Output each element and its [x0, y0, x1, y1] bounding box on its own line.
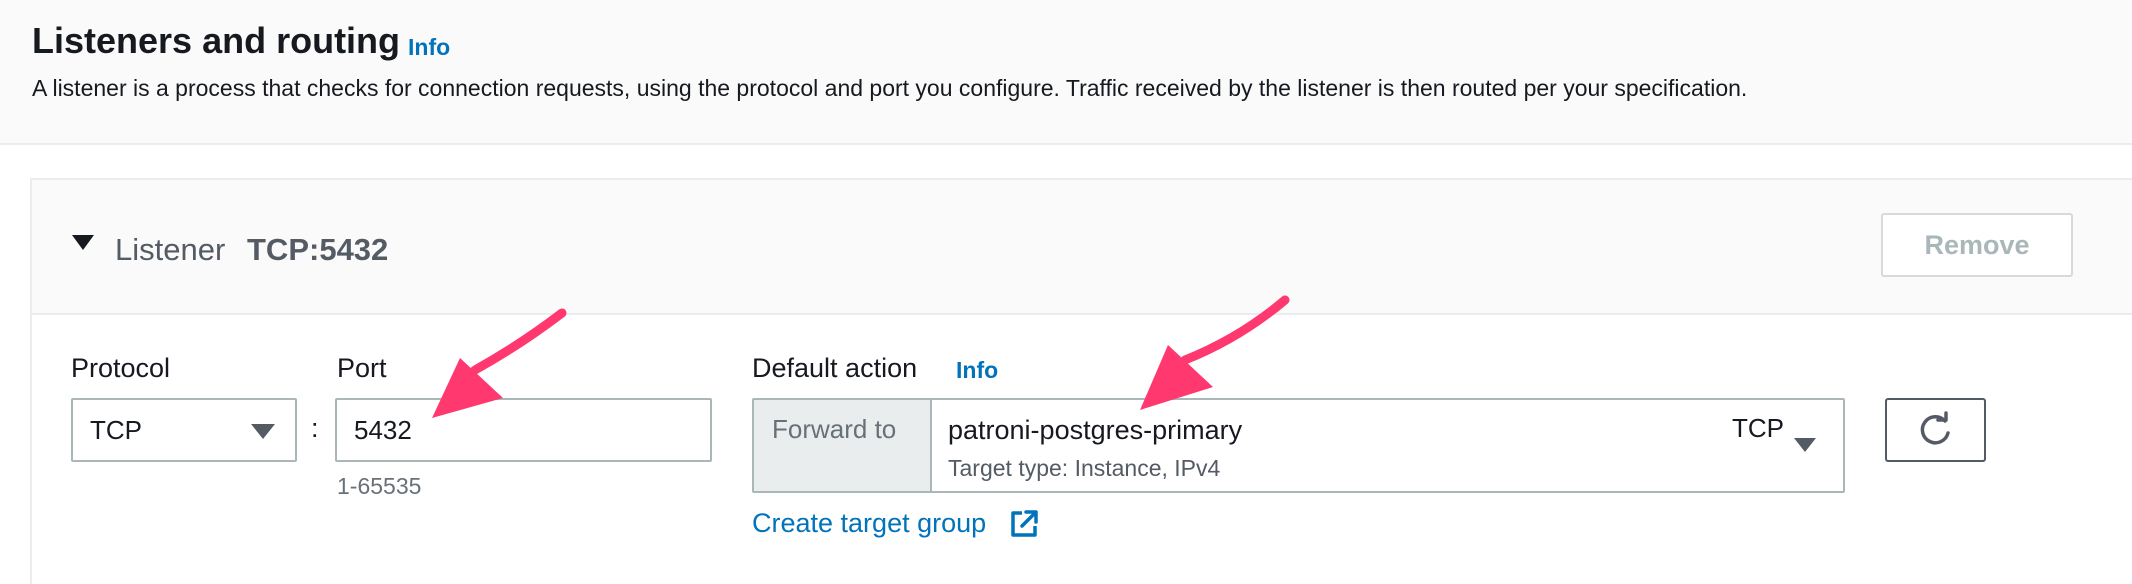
- listener-card-header: Listener TCP:5432 Remove: [32, 180, 2132, 315]
- section-title: Listeners and routing: [32, 20, 401, 61]
- refresh-button[interactable]: [1885, 398, 1986, 462]
- port-value: 5432: [354, 415, 412, 445]
- chevron-down-icon: [1794, 438, 1816, 452]
- target-type-text: Target type: Instance, IPv4: [948, 455, 1221, 481]
- header-info-link[interactable]: Info: [408, 34, 450, 61]
- chevron-down-icon: [251, 424, 275, 439]
- remove-button[interactable]: Remove: [1881, 213, 2073, 277]
- protocol-label: Protocol: [71, 353, 171, 383]
- listener-name: TCP:5432: [247, 232, 389, 267]
- listeners-routing-page: Listeners and routing Info A listener is…: [0, 0, 2132, 584]
- protocol-select[interactable]: TCP: [71, 398, 297, 462]
- forward-to-addon: Forward to: [754, 400, 932, 491]
- caret-down-icon[interactable]: [72, 235, 94, 250]
- section-header: Listeners and routing Info A listener is…: [0, 0, 2132, 145]
- create-target-group-link[interactable]: Create target group: [752, 508, 986, 539]
- default-action-info-link[interactable]: Info: [956, 357, 998, 384]
- section-description: A listener is a process that checks for …: [32, 75, 1748, 101]
- default-action-label: Default action: [752, 353, 918, 383]
- port-input[interactable]: 5432: [335, 398, 712, 462]
- target-group-name: patroni-postgres-primary: [948, 415, 1243, 445]
- target-group-select[interactable]: Forward to patroni-postgres-primary Targ…: [752, 398, 1845, 493]
- protocol-value: TCP: [90, 415, 142, 445]
- port-hint: 1-65535: [337, 473, 422, 499]
- listener-label: Listener: [115, 232, 226, 267]
- target-group-protocol: TCP: [1732, 413, 1784, 443]
- external-link-icon[interactable]: [1009, 509, 1039, 539]
- port-separator: :: [311, 413, 319, 443]
- port-label: Port: [337, 353, 387, 383]
- forward-to-label: Forward to: [772, 414, 897, 444]
- refresh-icon: [1920, 411, 1950, 445]
